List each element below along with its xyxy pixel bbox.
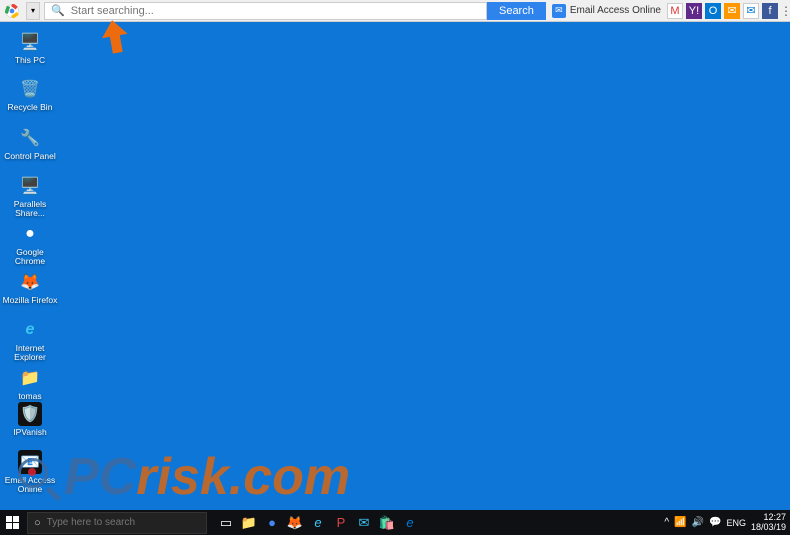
date-label: 18/03/19 [751, 523, 786, 533]
watermark-risk: risk [136, 447, 229, 507]
desktop-icon-chrome[interactable]: ● Google Chrome [2, 222, 58, 267]
chrome-logo-icon [2, 1, 22, 21]
store-taskbar-icon[interactable]: 🛍️ [378, 514, 396, 532]
search-icon: ○ [34, 517, 41, 529]
gmail-icon[interactable]: M [667, 3, 683, 19]
pcrisk-watermark: PCrisk.com [18, 447, 350, 507]
icon-label: tomas [2, 392, 58, 401]
menu-kebab-icon[interactable]: ⋮ [780, 4, 790, 18]
icon-label: Mozilla Firefox [2, 296, 58, 305]
taskbar: ○ ▭ 📁 ● 🦊 e P ✉ 🛍️ e ^ 📶 🔊 💬 ENG 12:27 1… [0, 510, 790, 535]
facebook-icon[interactable]: f [762, 3, 778, 19]
taskbar-search-input[interactable] [47, 517, 206, 528]
toolbar-shortcuts: M Y! O ✉ ✉ f [667, 3, 778, 19]
recycle-icon: 🗑️ [18, 77, 42, 101]
desktop-icon-recycle-bin[interactable]: 🗑️ Recycle Bin [2, 77, 58, 112]
system-tray: ^ 📶 🔊 💬 ENG 12:27 18/03/19 [664, 513, 790, 533]
chrome-icon: ● [18, 222, 42, 246]
hotmail-icon[interactable]: ✉ [724, 3, 740, 19]
yahoo-icon[interactable]: Y! [686, 3, 702, 19]
desktop-icon-parallels[interactable]: 🖥️ Parallels Share... [2, 174, 58, 219]
search-input[interactable] [71, 5, 486, 17]
network-icon[interactable]: 📶 [674, 517, 686, 528]
browser-toolbar: ▾ 🔍 Search ✉ Email Access Online M Y! O … [0, 0, 790, 22]
icon-label: Internet Explorer [2, 344, 58, 363]
taskbar-search[interactable]: ○ [27, 512, 207, 534]
magnifier-icon [18, 458, 56, 496]
ie-taskbar-icon[interactable]: e [309, 514, 327, 532]
icon-label: IPVanish [2, 428, 58, 437]
desktop: 🖥️ This PC 🗑️ Recycle Bin 🔧 Control Pane… [0, 22, 790, 510]
firefox-taskbar-icon[interactable]: 🦊 [286, 514, 304, 532]
icon-label: This PC [2, 56, 58, 65]
pc-icon: 🖥️ [18, 30, 42, 54]
task-view-icon[interactable]: ▭ [217, 514, 235, 532]
ipvanish-icon: 🛡️ [18, 402, 42, 426]
desktop-icon-control-panel[interactable]: 🔧 Control Panel [2, 126, 58, 161]
watermark-pc: PC [64, 447, 136, 507]
volume-icon[interactable]: 🔊 [692, 517, 704, 528]
email-access-link[interactable]: ✉ Email Access Online [552, 4, 661, 18]
icon-label: Control Panel [2, 152, 58, 161]
email-icon: ✉ [552, 4, 566, 18]
parallels-taskbar-icon[interactable]: P [332, 514, 350, 532]
search-button[interactable]: Search [487, 2, 546, 20]
firefox-icon: 🦊 [18, 270, 42, 294]
icon-label: Parallels Share... [2, 200, 58, 219]
action-center-icon[interactable]: 💬 [709, 517, 721, 528]
taskbar-pinned: ▭ 📁 ● 🦊 e P ✉ 🛍️ e [217, 514, 419, 532]
language-indicator[interactable]: ENG [726, 518, 746, 528]
desktop-icon-firefox[interactable]: 🦊 Mozilla Firefox [2, 270, 58, 305]
desktop-icon-ipvanish[interactable]: 🛡️ IPVanish [2, 402, 58, 437]
folder-icon: 📁 [18, 366, 42, 390]
mail-taskbar-icon[interactable]: ✉ [355, 514, 373, 532]
edge-taskbar-icon[interactable]: e [401, 514, 419, 532]
aol-icon[interactable]: ✉ [743, 3, 759, 19]
toolbar-dropdown[interactable]: ▾ [26, 2, 40, 20]
start-button[interactable] [0, 510, 25, 535]
chrome-taskbar-icon[interactable]: ● [263, 514, 281, 532]
search-bar[interactable]: 🔍 [44, 2, 487, 20]
desktop-icon-ie[interactable]: e Internet Explorer [2, 318, 58, 363]
outlook-icon[interactable]: O [705, 3, 721, 19]
clock[interactable]: 12:27 18/03/19 [751, 513, 786, 533]
desktop-icon-this-pc[interactable]: 🖥️ This PC [2, 30, 58, 65]
parallels-icon: 🖥️ [18, 174, 42, 198]
email-access-label: Email Access Online [570, 5, 661, 16]
controlpanel-icon: 🔧 [18, 126, 42, 150]
file-explorer-icon[interactable]: 📁 [240, 514, 258, 532]
icon-label: Google Chrome [2, 248, 58, 267]
search-icon: 🔍 [51, 4, 65, 17]
icon-label: Recycle Bin [2, 103, 58, 112]
ie-icon: e [18, 318, 42, 342]
tray-chevron-icon[interactable]: ^ [664, 517, 669, 528]
desktop-icon-tomas[interactable]: 📁 tomas [2, 366, 58, 401]
watermark-com: .com [229, 447, 350, 507]
